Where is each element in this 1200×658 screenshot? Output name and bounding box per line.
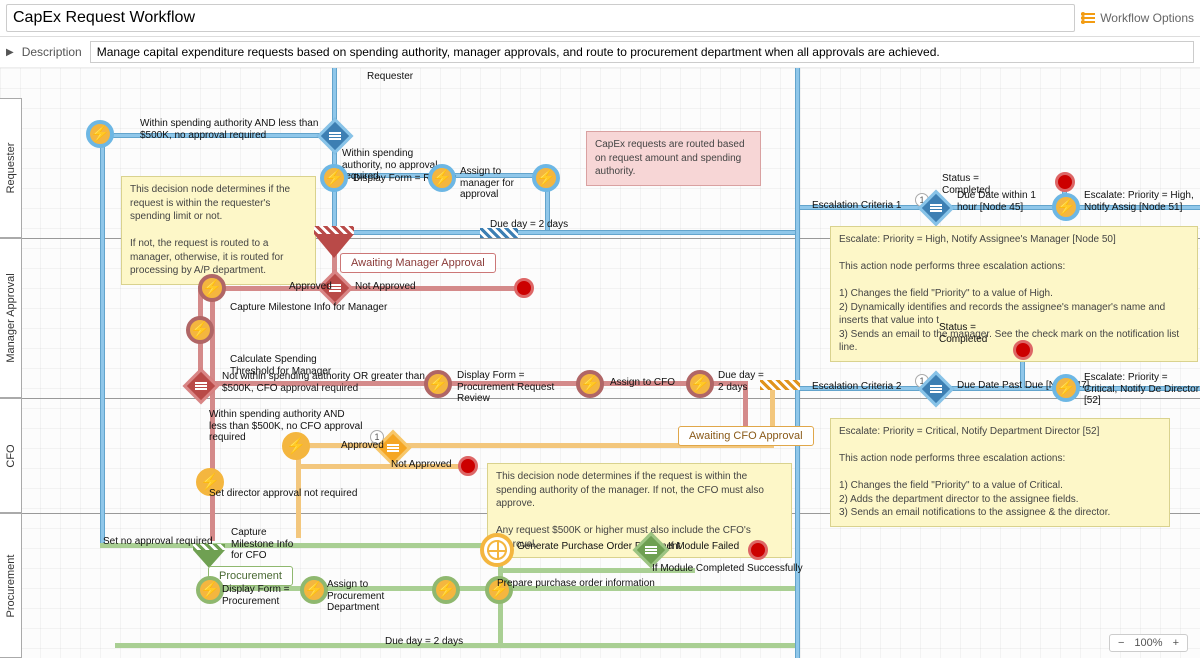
action-node[interactable]: ⚡	[424, 370, 452, 398]
node-label: Set director approval not required	[209, 488, 357, 500]
action-node[interactable]: ⚡	[1052, 193, 1080, 221]
connector	[349, 230, 799, 235]
node-label: Requester	[367, 71, 413, 83]
edge-label: Within spending authority AND less than …	[140, 118, 335, 141]
swimlane-cfo: CFO	[0, 398, 22, 513]
description-row: ▶ Description	[0, 37, 1200, 68]
edge-label: Escalate: Priority = Critical, Notify De…	[1084, 372, 1200, 407]
bolt-icon: ⚡	[286, 436, 306, 456]
terminal-node[interactable]	[458, 456, 478, 476]
annotation-decision-requester: This decision node determines if the req…	[121, 176, 316, 285]
action-node[interactable]: ⚡	[300, 576, 328, 604]
zoom-control: − 100% +	[1109, 634, 1188, 652]
edge-label: Not Approved	[355, 281, 416, 293]
terminal-node[interactable]	[514, 278, 534, 298]
bolt-icon: ⚡	[324, 168, 344, 188]
edge-label: Approved	[341, 440, 384, 452]
bolt-icon: ⚡	[1056, 197, 1076, 217]
header-bar: Workflow Options	[0, 0, 1200, 37]
edge-label: Due Date within 1 hour [Node 45]	[957, 190, 1052, 213]
milestone-awaiting-cfo[interactable]: Awaiting CFO Approval	[678, 426, 814, 446]
bolt-icon: ⚡	[90, 124, 110, 144]
action-node[interactable]: ⚡	[532, 164, 560, 192]
terminal-node[interactable]	[1055, 172, 1075, 192]
node-label: Due day = 2 days	[718, 370, 768, 393]
annotation-routing: CapEx requests are routed based on reque…	[586, 131, 761, 186]
swimlane-procurement: Procurement	[0, 513, 22, 658]
node-label: Prepare purchase order information	[497, 578, 655, 590]
connector	[100, 133, 105, 543]
zoom-in-button[interactable]: +	[1173, 637, 1179, 649]
decision-node[interactable]	[322, 123, 348, 149]
node-label: Display Form = Procurement Request Revie…	[457, 370, 567, 405]
integration-node[interactable]	[480, 533, 514, 567]
workflow-canvas[interactable]: Requester Manager Approval CFO Procureme…	[0, 68, 1200, 658]
bolt-icon: ⚡	[432, 168, 452, 188]
node-label: Assign to manager for approval	[460, 166, 530, 201]
annotation-escalation-2: Escalate: Priority = Critical, Notify De…	[830, 418, 1170, 527]
list-icon	[1081, 11, 1095, 25]
action-node[interactable]: ⚡	[432, 576, 460, 604]
node-label: Escalation Criteria 1	[812, 200, 901, 212]
milestone-start	[314, 226, 354, 234]
action-node[interactable]: ⚡	[186, 316, 214, 344]
zoom-level: 100%	[1134, 637, 1162, 649]
node-label: Capture Milestone Info for CFO	[231, 527, 301, 562]
edge-label: Due day = 2 days	[385, 636, 463, 648]
swimlane-requester: Requester	[0, 98, 22, 238]
annotation-escalation-1: Escalate: Priority = High, Notify Assign…	[830, 226, 1198, 362]
terminal-node[interactable]	[748, 540, 768, 560]
bolt-icon: ⚡	[580, 374, 600, 394]
action-node[interactable]: ⚡	[86, 120, 114, 148]
workflow-options-label: Workflow Options	[1100, 11, 1194, 25]
bolt-icon: ⚡	[428, 374, 448, 394]
action-node[interactable]: ⚡	[686, 370, 714, 398]
edge-label: Status = Completed	[939, 322, 989, 345]
node-label: Assign to Procurement Department	[327, 579, 407, 614]
decision-node[interactable]	[188, 373, 214, 399]
bolt-icon: ⚡	[304, 580, 324, 600]
action-node[interactable]: ⚡	[320, 164, 348, 192]
edge-label: Not Approved	[391, 459, 452, 471]
bolt-icon: ⚡	[690, 374, 710, 394]
swimlane-manager: Manager Approval	[0, 238, 22, 398]
node-label: Display Form = Procurement	[222, 584, 292, 607]
terminal-node[interactable]	[1013, 340, 1033, 360]
edge-label: Approved	[289, 281, 332, 293]
edge-label: Escalate: Priority = High, Notify Assig …	[1084, 190, 1200, 213]
decision-node[interactable]	[923, 376, 949, 402]
globe-icon	[487, 540, 507, 560]
edge-label: Due day = 2 days	[490, 219, 568, 231]
action-node[interactable]: ⚡	[198, 274, 226, 302]
decision-node[interactable]	[638, 537, 664, 563]
decision-node[interactable]	[923, 195, 949, 221]
decision-node[interactable]	[380, 435, 406, 461]
milestone-awaiting-manager[interactable]: Awaiting Manager Approval	[340, 253, 496, 273]
workflow-title-input[interactable]	[6, 4, 1075, 32]
bolt-icon: ⚡	[536, 168, 556, 188]
expand-description-toggle[interactable]: ▶	[6, 47, 14, 58]
action-node[interactable]: ⚡	[428, 164, 456, 192]
node-label: Assign to CFO	[610, 377, 675, 389]
bolt-icon: ⚡	[436, 580, 456, 600]
workflow-options-button[interactable]: Workflow Options	[1081, 11, 1194, 25]
edge-label: Not within spending authority OR greater…	[222, 371, 432, 394]
edge-label: If Module Failed	[668, 541, 739, 553]
description-label: Description	[22, 45, 82, 59]
action-node[interactable]: ⚡	[576, 370, 604, 398]
node-label: Escalation Criteria 2	[812, 381, 901, 393]
description-input[interactable]	[90, 41, 1194, 63]
zoom-out-button[interactable]: −	[1118, 637, 1124, 649]
action-node[interactable]: ⚡	[196, 576, 224, 604]
bolt-icon: ⚡	[200, 580, 220, 600]
action-node[interactable]: ⚡	[1052, 374, 1080, 402]
edge-label: If Module Completed Successfully	[652, 563, 803, 575]
bolt-icon: ⚡	[1056, 378, 1076, 398]
bolt-icon: ⚡	[202, 278, 222, 298]
action-node[interactable]: ⚡	[282, 432, 310, 460]
node-label: Capture Milestone Info for Manager	[230, 302, 387, 314]
bolt-icon: ⚡	[190, 320, 210, 340]
